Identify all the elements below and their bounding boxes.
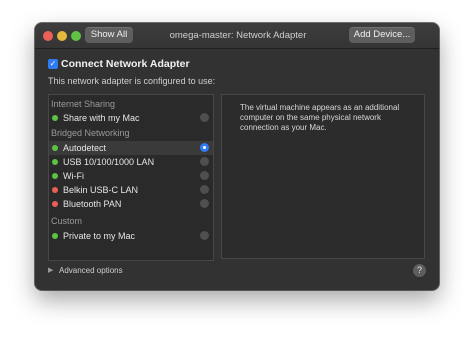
network-adapter-window: Show All omega-master: Network Adapter A… bbox=[35, 23, 439, 290]
radio-button[interactable] bbox=[200, 231, 209, 240]
list-item-wi-fi[interactable]: Wi-Fi bbox=[49, 169, 213, 183]
status-dot-icon bbox=[52, 187, 58, 193]
connect-checkbox[interactable]: ✓ bbox=[48, 59, 58, 69]
title-bar: Show All omega-master: Network Adapter A… bbox=[35, 23, 439, 49]
description-text: The virtual machine appears as an additi… bbox=[240, 103, 400, 132]
radio-button[interactable] bbox=[200, 113, 209, 122]
list-item-label: Share with my Mac bbox=[63, 113, 140, 123]
status-dot-icon bbox=[52, 173, 58, 179]
connect-label: Connect Network Adapter bbox=[61, 58, 190, 70]
group-header-bridged-networking: Bridged Networking bbox=[51, 128, 130, 138]
add-device-button[interactable]: Add Device... bbox=[349, 27, 415, 43]
description-panel: The virtual machine appears as an additi… bbox=[221, 94, 425, 259]
list-item-bluetooth-pan[interactable]: Bluetooth PAN bbox=[49, 197, 213, 211]
radio-button[interactable] bbox=[200, 185, 209, 194]
group-header-internet-sharing: Internet Sharing bbox=[51, 99, 116, 109]
radio-button[interactable] bbox=[200, 199, 209, 208]
radio-button[interactable] bbox=[200, 171, 209, 180]
zoom-window-button[interactable] bbox=[71, 31, 81, 41]
list-item-share-with-my-mac[interactable]: Share with my Mac bbox=[49, 111, 213, 125]
list-item-label: Private to my Mac bbox=[63, 231, 136, 241]
group-header-custom: Custom bbox=[51, 216, 83, 226]
minimize-window-button[interactable] bbox=[57, 31, 67, 41]
disclosure-triangle-icon[interactable]: ▶ bbox=[48, 265, 53, 277]
list-item-label: Wi-Fi bbox=[63, 171, 84, 181]
radio-button-selected[interactable] bbox=[200, 143, 209, 152]
help-button[interactable]: ? bbox=[413, 264, 426, 277]
status-dot-icon bbox=[52, 201, 58, 207]
status-dot-icon bbox=[52, 159, 58, 165]
status-dot-icon bbox=[52, 233, 58, 239]
show-all-button[interactable]: Show All bbox=[85, 27, 133, 43]
close-window-button[interactable] bbox=[43, 31, 53, 41]
list-item-label: USB 10/100/1000 LAN bbox=[63, 157, 155, 167]
list-item-label: Autodetect bbox=[63, 143, 107, 153]
window-title: omega-master: Network Adapter bbox=[169, 30, 307, 41]
advanced-options-label: Advanced options bbox=[59, 266, 123, 275]
status-dot-icon bbox=[52, 145, 58, 151]
list-item-private-to-my-mac[interactable]: Private to my Mac bbox=[49, 229, 213, 243]
configuration-subtitle: This network adapter is configured to us… bbox=[48, 76, 216, 86]
radio-button[interactable] bbox=[200, 157, 209, 166]
list-item-autodetect[interactable]: Autodetect bbox=[49, 141, 213, 155]
list-item-belkin-usb-c-lan[interactable]: Belkin USB-C LAN bbox=[49, 183, 213, 197]
status-dot-icon bbox=[52, 115, 58, 121]
list-item-label: Belkin USB-C LAN bbox=[63, 185, 139, 195]
list-item-usb-lan[interactable]: USB 10/100/1000 LAN bbox=[49, 155, 213, 169]
network-source-list: Internet Sharing Share with my Mac Bridg… bbox=[48, 94, 214, 261]
list-item-label: Bluetooth PAN bbox=[63, 199, 122, 209]
